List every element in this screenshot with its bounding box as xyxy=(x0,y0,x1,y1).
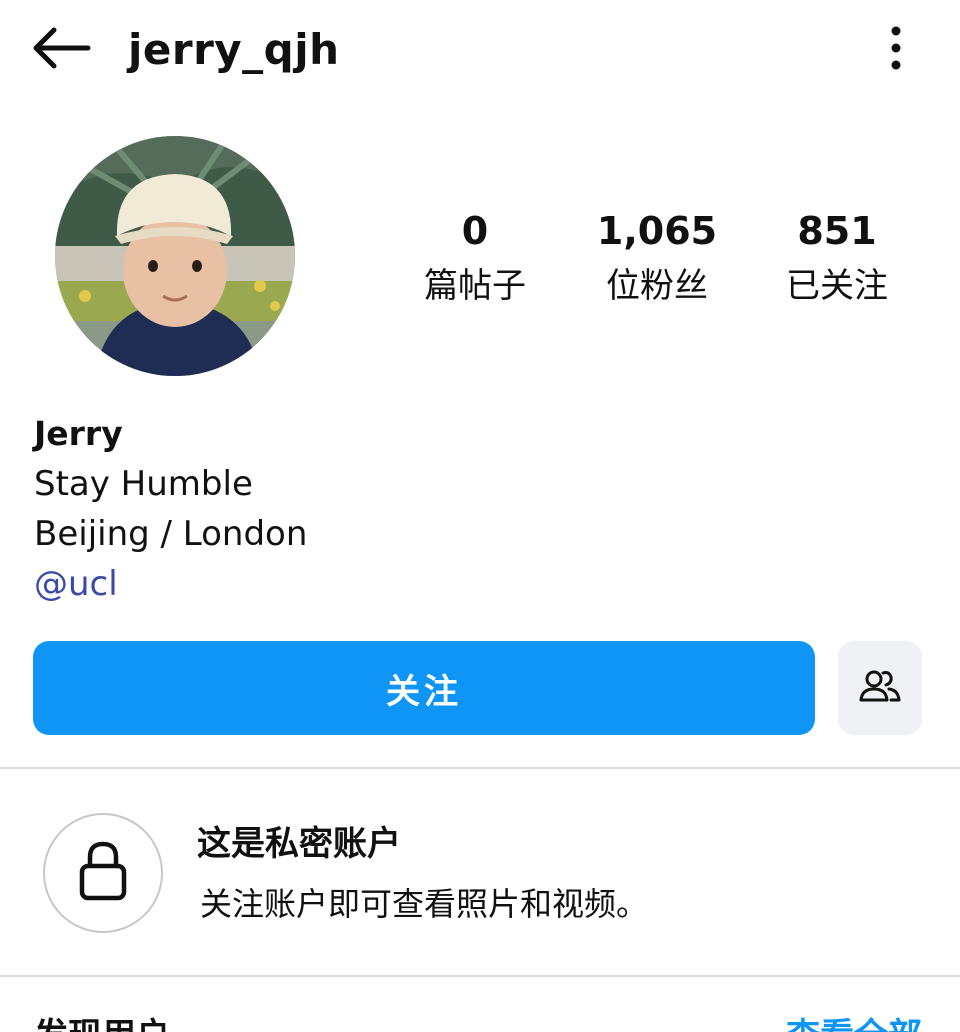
following-label: 已关注 xyxy=(786,266,888,306)
posts-count: 0 篇帖子 xyxy=(385,206,565,310)
lock-badge xyxy=(43,813,163,933)
profile-avatar-photo xyxy=(55,136,295,376)
followers-count[interactable]: 1,065 位粉丝 xyxy=(567,206,747,310)
followers-number: 1,065 xyxy=(596,209,718,253)
suggested-accounts-button[interactable] xyxy=(838,641,922,735)
follow-button[interactable]: 关注 xyxy=(33,641,815,735)
posts-label: 篇帖子 xyxy=(424,266,526,306)
following-number: 851 xyxy=(797,209,877,253)
profile-display-name: Jerry xyxy=(34,414,123,453)
profile-avatar[interactable] xyxy=(55,136,295,376)
arrow-left-icon xyxy=(28,24,92,76)
divider xyxy=(0,767,960,769)
private-account-description: 关注账户即可查看照片和视频。 xyxy=(200,885,649,923)
profile-username: jerry_qjh xyxy=(128,25,340,74)
bio-mention-link[interactable]: @ucl xyxy=(34,560,118,608)
bio-line: Stay Humble xyxy=(34,464,253,504)
lock-icon xyxy=(78,840,128,906)
discover-people-heading: 发现用户 xyxy=(34,1012,170,1032)
people-icon xyxy=(858,666,902,710)
see-all-link[interactable]: 查看全部 xyxy=(786,1012,922,1032)
following-count[interactable]: 851 已关注 xyxy=(747,206,927,310)
more-vertical-icon xyxy=(890,26,902,74)
more-options-button[interactable] xyxy=(876,22,916,78)
followers-label: 位粉丝 xyxy=(606,266,708,306)
divider xyxy=(0,975,960,977)
posts-number: 0 xyxy=(461,209,489,253)
back-button[interactable] xyxy=(28,20,100,80)
bio-line: Beijing / London xyxy=(34,514,308,554)
private-account-title: 这是私密账户 xyxy=(197,824,401,864)
